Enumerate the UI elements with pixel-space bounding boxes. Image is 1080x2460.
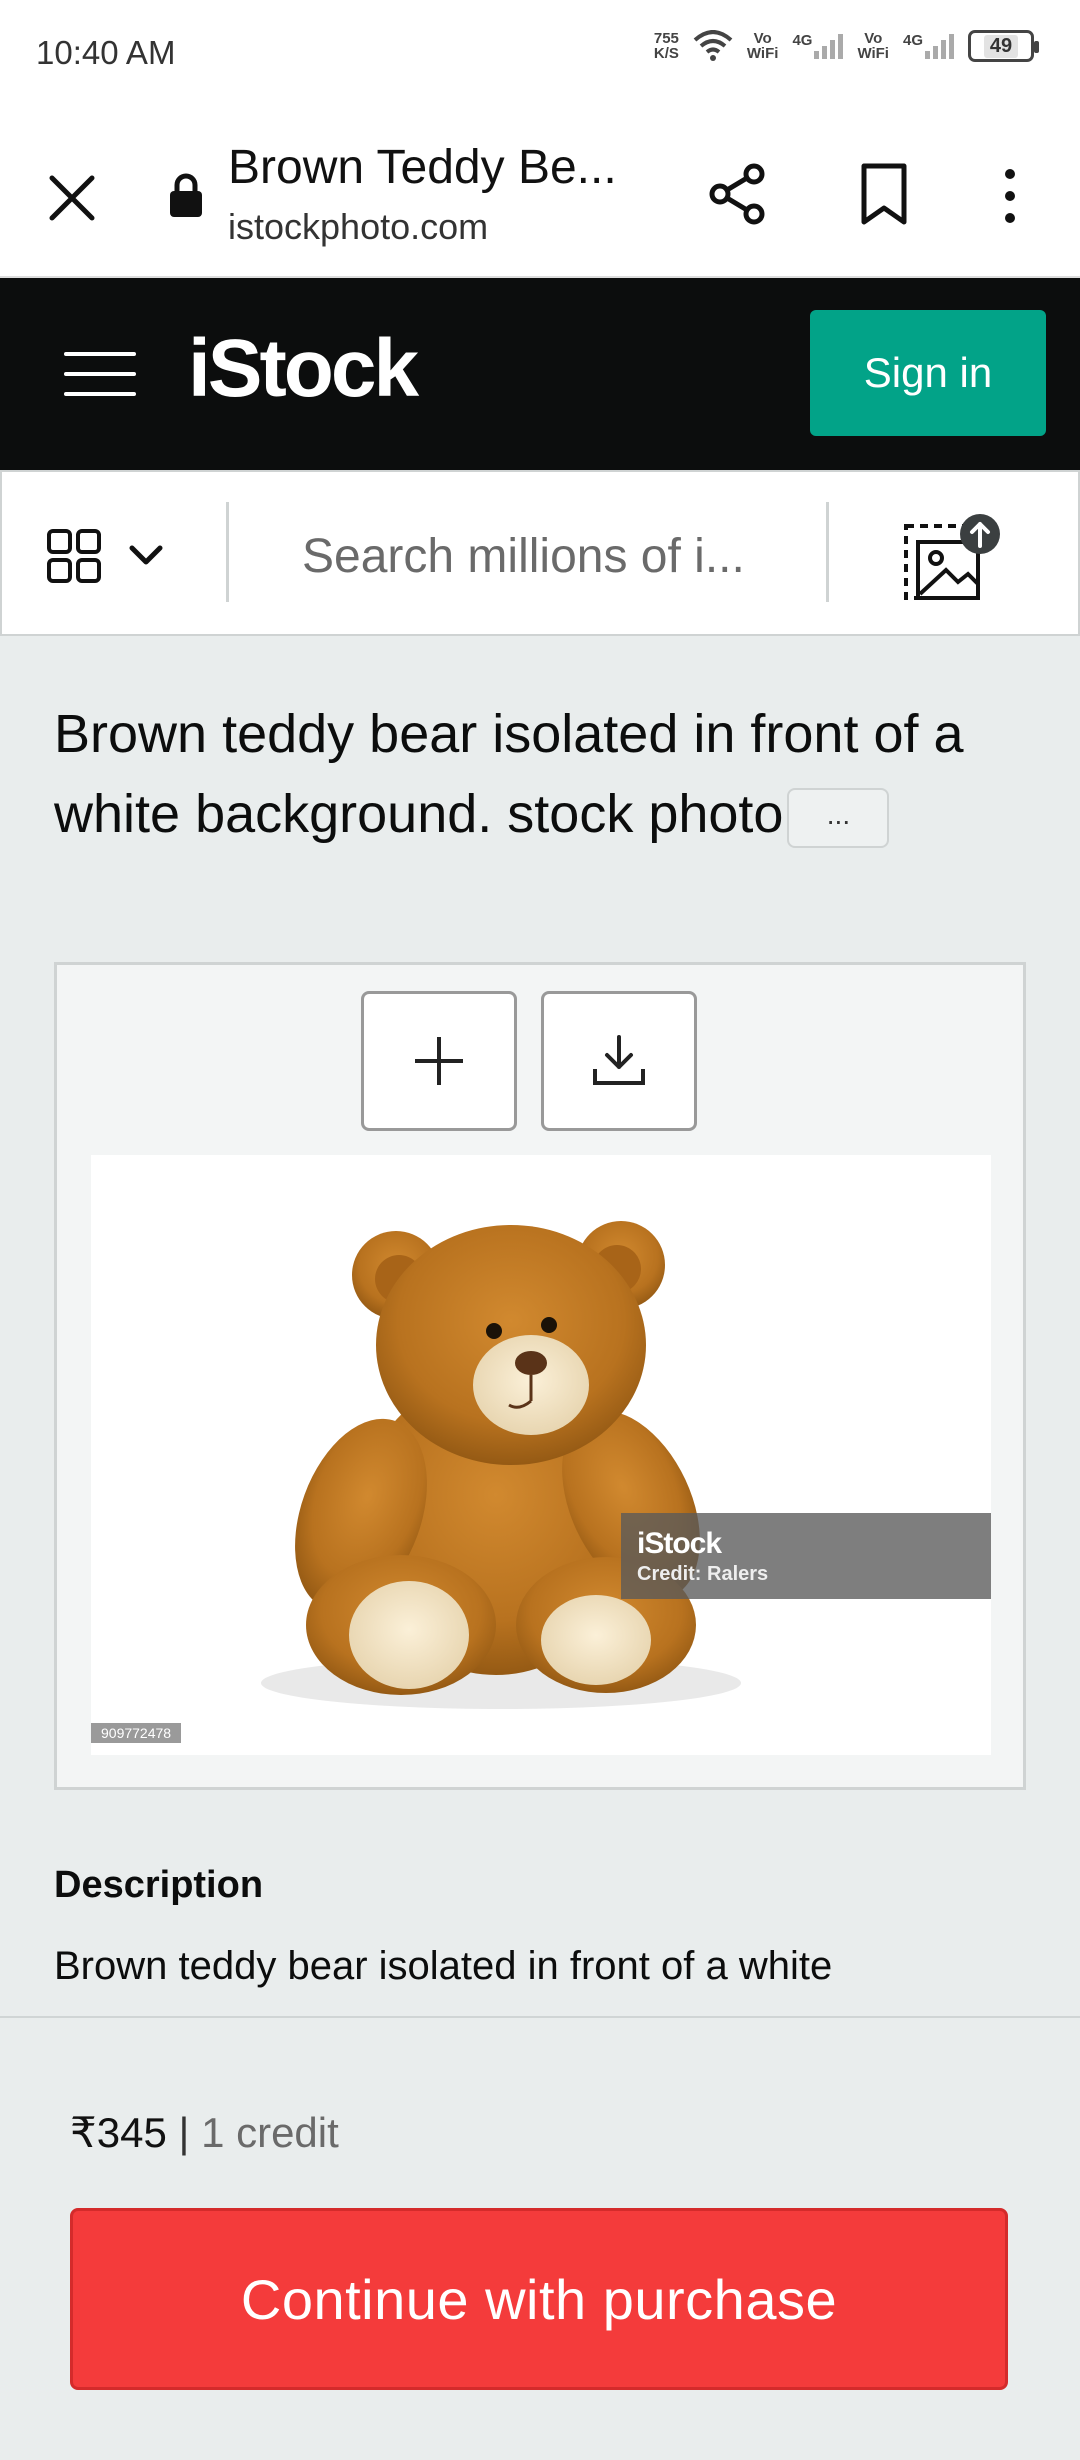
page-url[interactable]: istockphoto.com: [228, 206, 488, 248]
watermark-credit: Credit: Ralers: [637, 1563, 769, 1585]
sign-in-button[interactable]: Sign in: [810, 310, 1046, 436]
status-icons: 755 K/S Vo WiFi 4G Vo WiFi 4G 49: [653, 30, 1039, 62]
image-frame: iStock Credit: Ralers 909772478: [54, 962, 1026, 1790]
chevron-down-icon[interactable]: [126, 540, 166, 572]
watermark-logo: iStock: [637, 1527, 722, 1560]
more-options-icon[interactable]: [990, 166, 1030, 226]
divider: [226, 502, 229, 602]
price-line: ₹345 | 1 credit: [70, 2108, 339, 2157]
page-title[interactable]: Brown Teddy Be...: [228, 140, 617, 195]
signal-bars-icon: [925, 33, 954, 59]
watermark-overlay: iStock Credit: Ralers: [621, 1513, 991, 1599]
teddy-bear-photo[interactable]: iStock Credit: Ralers 909772478: [91, 1155, 991, 1755]
search-input[interactable]: [302, 516, 782, 596]
credit-count: 1 credit: [201, 2109, 339, 2156]
download-comp-button[interactable]: [541, 991, 697, 1131]
divider: [826, 502, 829, 602]
image-id: 909772478: [91, 1723, 182, 1743]
battery-icon: 49: [968, 30, 1039, 62]
close-icon[interactable]: [44, 170, 100, 226]
battery-level: 49: [983, 34, 1019, 58]
search-bar: [0, 470, 1080, 636]
share-icon[interactable]: [706, 162, 770, 226]
lock-icon: [170, 173, 202, 217]
bookmark-icon[interactable]: [856, 162, 912, 226]
browser-toolbar: Brown Teddy Be... istockphoto.com: [0, 110, 1080, 278]
wifi-icon: [693, 30, 733, 61]
continue-with-purchase-button[interactable]: Continue with purchase: [70, 2208, 1008, 2390]
add-to-board-button[interactable]: [361, 991, 517, 1131]
signal-1: 4G: [792, 33, 844, 59]
site-header: iStock Sign in: [0, 278, 1080, 470]
photo-title: Brown teddy bear isolated in front of a …: [54, 694, 1034, 854]
purchase-panel: ₹345 | 1 credit Continue with purchase: [0, 2016, 1080, 2460]
vowifi-label-2: Vo WiFi: [857, 30, 889, 62]
download-icon: [593, 1035, 645, 1085]
teddy-bear-image: [261, 1221, 741, 1709]
description-text: Brown teddy bear isolated in front of a …: [54, 1944, 833, 1988]
plus-icon: [415, 1037, 463, 1085]
grid-icon[interactable]: [46, 528, 102, 584]
signal-bars-icon: [814, 33, 844, 59]
price: ₹345: [70, 2109, 167, 2156]
price-separator: |: [178, 2109, 190, 2156]
hamburger-menu-icon[interactable]: [64, 352, 136, 396]
vowifi-label-1: Vo WiFi: [746, 30, 779, 62]
more-keywords-button[interactable]: ...: [787, 787, 890, 848]
istock-logo[interactable]: iStock: [188, 322, 419, 416]
signal-2: 4G: [903, 33, 954, 59]
net-speed: 755 K/S: [653, 30, 679, 62]
image-search-upload-icon[interactable]: [902, 512, 1012, 604]
description-heading: Description: [54, 1864, 264, 1906]
status-time: 10:40 AM: [36, 34, 176, 71]
status-bar: 10:40 AM 755 K/S Vo WiFi 4G Vo WiFi 4G 4…: [0, 0, 1080, 110]
